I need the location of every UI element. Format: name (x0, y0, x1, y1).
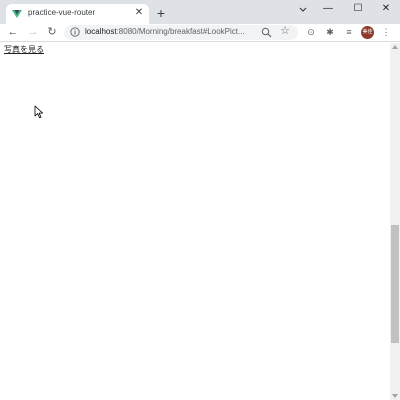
vue-icon (12, 10, 22, 18)
scroll-down-arrow-icon[interactable] (392, 394, 398, 398)
extension-icon[interactable]: ⊙ (305, 26, 317, 38)
menu-icon[interactable]: ⋮ (380, 26, 392, 38)
page-content: 写真を見る (0, 43, 390, 400)
new-tab-button[interactable]: + (154, 6, 168, 20)
browser-toolbar: ← → ↻ localhost:8080/Morning/breakfast#L… (0, 24, 400, 42)
view-photos-link[interactable]: 写真を見る (4, 44, 44, 55)
window-close-button[interactable]: ✕ (376, 2, 396, 16)
forward-button[interactable]: → (26, 25, 40, 39)
address-bar[interactable]: localhost:8080/Morning/breakfast#LookPic… (64, 25, 298, 40)
tab-title: practice-vue-router (28, 8, 96, 17)
bookmark-star-icon[interactable]: ☆ (279, 25, 291, 38)
maximize-button[interactable]: ☐ (348, 2, 368, 16)
minimize-button[interactable]: — (318, 2, 338, 16)
mouse-cursor-icon (34, 105, 44, 119)
url-host: localhost (85, 27, 117, 36)
info-icon[interactable] (70, 27, 80, 37)
scrollbar-thumb[interactable] (391, 225, 399, 343)
profile-avatar[interactable]: 美佳 (361, 26, 374, 39)
reload-button[interactable]: ↻ (45, 25, 59, 39)
media-queue-icon[interactable]: ≡ (343, 26, 355, 38)
url-text[interactable]: localhost:8080/Morning/breakfast#LookPic… (85, 27, 255, 36)
vertical-scrollbar[interactable] (390, 43, 400, 400)
puzzle-extensions-icon[interactable]: ✱ (324, 26, 336, 38)
tab-strip: practice-vue-router ✕ + — ☐ ✕ (0, 0, 400, 24)
back-button[interactable]: ← (6, 25, 20, 39)
scroll-up-arrow-icon[interactable] (392, 45, 398, 49)
tab-close-icon[interactable]: ✕ (133, 7, 145, 19)
zoom-icon[interactable] (261, 27, 272, 38)
tab-practice-vue-router[interactable]: practice-vue-router ✕ (6, 4, 149, 24)
chevron-down-icon[interactable] (298, 5, 308, 15)
url-path: :8080/Morning/breakfast#LookPict... (116, 27, 245, 36)
browser-window: practice-vue-router ✕ + — ☐ ✕ ← → ↻ loca… (0, 0, 400, 400)
